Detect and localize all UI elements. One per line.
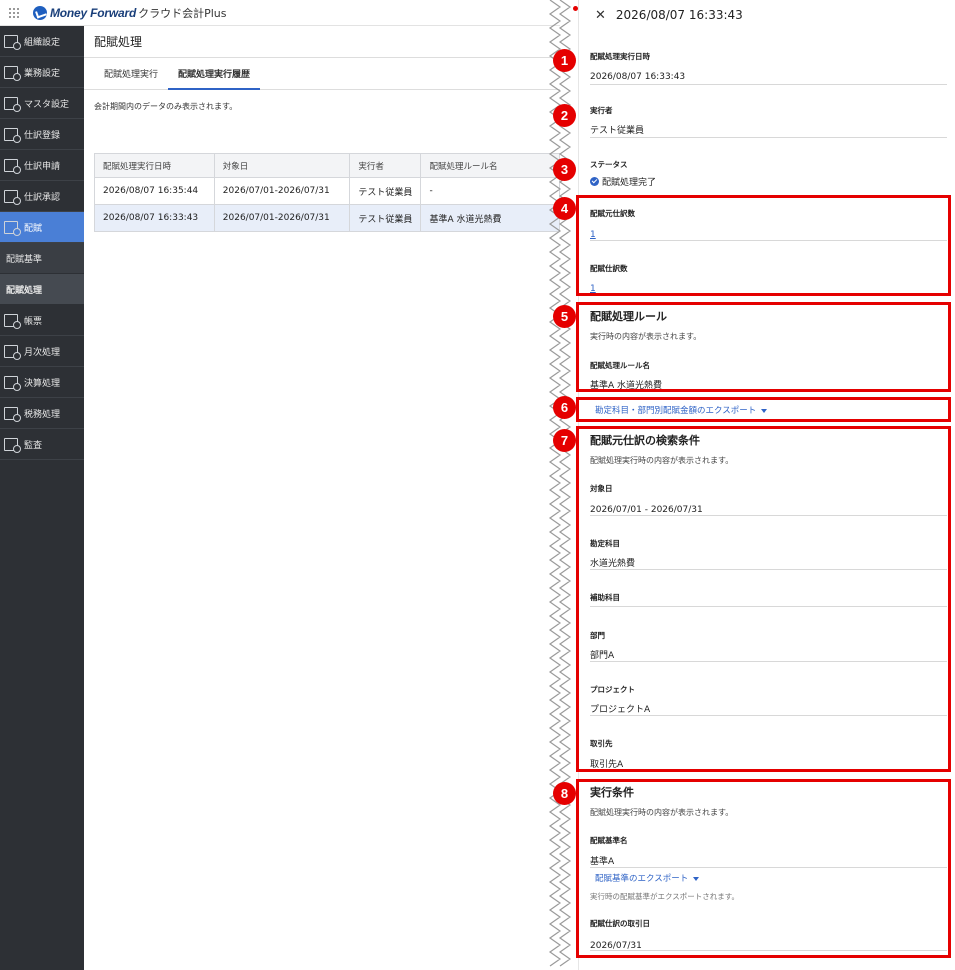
table-header-row: 配賦処理実行日時 対象日 実行者 配賦処理ルール名 (94, 153, 560, 178)
annotation-box-8 (576, 779, 951, 958)
executor-label: 実行者 (590, 106, 613, 115)
annotation-badge-7: 7 (553, 429, 576, 452)
sidebar-item-label: 配賦 (24, 223, 43, 234)
annotation-badge-1: 1 (553, 49, 576, 72)
audit-icon (4, 437, 21, 453)
money-forward-logo-icon (33, 5, 47, 20)
sidebar-item-label: マスタ設定 (24, 99, 70, 110)
sidebar-item-label: 仕訳登録 (24, 130, 61, 141)
monthly-icon (4, 344, 21, 360)
annotation-box-6 (576, 397, 951, 422)
closing-icon (4, 375, 21, 391)
history-table: 配賦処理実行日時 対象日 実行者 配賦処理ルール名 2026/08/07 16:… (94, 153, 560, 232)
sidebar-item-reports[interactable]: 帳票 (0, 305, 84, 336)
status-value: 配賦処理完了 (590, 170, 947, 189)
table-cell: 2026/07/01-2026/07/31 (213, 204, 351, 232)
tab-allocation-run[interactable]: 配賦処理実行 (94, 58, 168, 89)
tab-bar: 配賦処理実行 配賦処理実行履歴 (84, 58, 560, 90)
sidebar-item-label: 月次処理 (24, 347, 61, 358)
table-row[interactable]: 2026/08/07 16:33:43 2026/07/01-2026/07/3… (94, 204, 560, 232)
check-circle-icon (590, 177, 599, 186)
column-header: 配賦処理ルール名 (420, 153, 560, 178)
tax-icon (4, 406, 21, 422)
sidebar-item-master-settings[interactable]: マスタ設定 (0, 88, 84, 119)
sidebar-item-audit[interactable]: 監査 (0, 429, 84, 460)
exec-datetime-label: 配賦処理実行日時 (590, 52, 650, 61)
sidebar-item-journal-approval[interactable]: 仕訳承認 (0, 181, 84, 212)
app-launcher-icon[interactable] (9, 7, 19, 18)
annotation-badge-3: 3 (553, 158, 576, 181)
column-header: 配賦処理実行日時 (94, 153, 215, 178)
table-cell: 2026/08/07 16:33:43 (94, 204, 215, 232)
executor-value: テスト従業員 (590, 126, 645, 136)
annotation-box-4 (576, 195, 951, 296)
sidebar-subitem-allocation-processing[interactable]: 配賦処理 (0, 274, 84, 305)
sidebar-item-monthly[interactable]: 月次処理 (0, 336, 84, 367)
sidebar-item-tax[interactable]: 税務処理 (0, 398, 84, 429)
sidebar-item-journal-entry[interactable]: 仕訳登録 (0, 119, 84, 150)
annotation-badge-5: 5 (553, 305, 576, 328)
sidebar-item-label: 監査 (24, 440, 43, 451)
page-title: 配賦処理 (84, 26, 560, 58)
annotation-box-5 (576, 302, 951, 392)
sidebar-item-allocation[interactable]: 配賦 (0, 212, 84, 243)
table-cell: - (420, 177, 560, 205)
exec-datetime-value: 2026/08/07 16:33:43 (590, 72, 686, 82)
journal-approval-icon (4, 189, 21, 205)
journal-request-icon (4, 158, 21, 174)
annotation-badge-4: 4 (553, 197, 576, 220)
table-cell: テスト従業員 (349, 177, 422, 205)
torn-edge-divider (548, 0, 576, 970)
org-settings-icon (4, 34, 21, 50)
table-row[interactable]: 2026/08/07 16:35:44 2026/07/01-2026/07/3… (94, 177, 560, 205)
sidebar-item-label: 決算処理 (24, 378, 61, 389)
table-cell: 基準A 水道光熱費 (420, 204, 560, 232)
status-label: ステータス (590, 160, 628, 169)
sidebar-item-label: 仕訳申請 (24, 161, 61, 172)
sidebar-item-label: 組織設定 (24, 37, 61, 48)
sidebar-item-closing[interactable]: 決算処理 (0, 367, 84, 398)
sidebar-subitem-allocation-basis[interactable]: 配賦基準 (0, 243, 84, 274)
sidebar-item-journal-request[interactable]: 仕訳申請 (0, 150, 84, 181)
top-bar: Money Forward クラウド会計Plus (0, 0, 560, 26)
table-cell: 2026/07/01-2026/07/31 (213, 177, 351, 205)
product-name: クラウド会計Plus (138, 6, 227, 20)
sidebar-item-business-settings[interactable]: 業務設定 (0, 57, 84, 88)
panel-title: 2026/08/07 16:33:43 (615, 8, 743, 22)
tab-allocation-history[interactable]: 配賦処理実行履歴 (168, 58, 261, 90)
annotation-box-7 (576, 426, 951, 772)
reports-icon (4, 313, 21, 329)
sidebar-item-label: 業務設定 (24, 68, 61, 79)
sidebar: 組織設定 業務設定 マスタ設定 仕訳登録 仕訳申請 仕訳承認 配賦 配賦基準 配… (0, 26, 84, 970)
annotation-badge-6: 6 (553, 396, 576, 419)
sidebar-item-org-settings[interactable]: 組織設定 (0, 26, 84, 57)
column-header: 実行者 (349, 153, 422, 178)
column-header: 対象日 (213, 153, 351, 178)
business-settings-icon (4, 65, 21, 81)
allocation-icon (4, 220, 21, 236)
sidebar-item-label: 帳票 (24, 316, 43, 327)
divider (590, 137, 947, 138)
table-cell: テスト従業員 (349, 204, 422, 232)
brand-name: Money Forward (50, 5, 137, 20)
period-note: 会計期間内のデータのみ表示されます。 (94, 102, 238, 111)
sidebar-item-label: 税務処理 (24, 409, 61, 420)
table-cell: 2026/08/07 16:35:44 (94, 177, 215, 205)
divider (590, 84, 947, 85)
sidebar-item-label: 仕訳承認 (24, 192, 61, 203)
panel-header: ✕ 2026/08/07 16:33:43 (579, 0, 955, 30)
annotation-badge-8: 8 (553, 782, 576, 805)
close-icon[interactable]: ✕ (595, 8, 606, 23)
main-content: 配賦処理 配賦処理実行 配賦処理実行履歴 会計期間内のデータのみ表示されます。 … (84, 26, 560, 970)
journal-entry-icon (4, 127, 21, 143)
annotation-badge-2: 2 (553, 104, 576, 127)
master-settings-icon (4, 96, 21, 112)
